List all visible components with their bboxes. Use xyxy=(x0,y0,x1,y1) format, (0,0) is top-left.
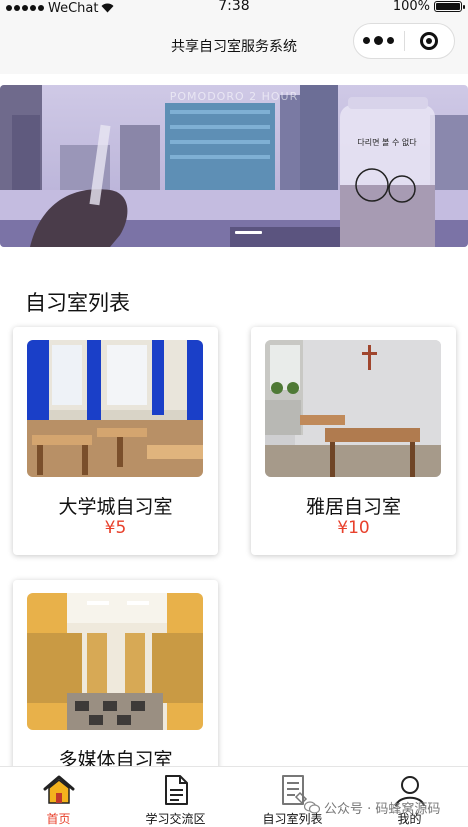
room-name: 雅居自习室 xyxy=(305,496,401,518)
room-card[interactable]: 大学城自习室 ¥5 xyxy=(13,327,218,555)
menu-capsule xyxy=(353,23,455,59)
section-title: 自习室列表 xyxy=(25,291,130,315)
svg-text:다리면 볼 수 없다: 다리면 볼 수 없다 xyxy=(357,137,417,147)
tab-label: 首页 xyxy=(46,812,71,826)
wechat-official-icon xyxy=(304,801,320,814)
battery-icon xyxy=(434,1,465,12)
room-photo xyxy=(27,593,203,730)
banner-image: 다리면 볼 수 없다 xyxy=(0,85,468,247)
tab-room-list[interactable]: 自习室列表 xyxy=(234,767,351,826)
battery-percent: 100% xyxy=(392,0,430,14)
banner-carousel[interactable]: 다리면 볼 수 없다 POMODORO 2 HOUR xyxy=(0,85,468,247)
home-icon xyxy=(43,775,75,804)
more-dots-icon[interactable] xyxy=(354,36,404,45)
room-price: ¥5 xyxy=(104,518,127,538)
target-close-icon[interactable] xyxy=(404,32,454,50)
room-price: ¥10 xyxy=(337,518,370,538)
watermark: 公众号 · 码蜂窝源码 xyxy=(304,798,440,817)
room-photo xyxy=(27,340,203,477)
tab-bar: 首页 学习交流区 自习室列表 我的 xyxy=(0,766,468,826)
status-right: 100% xyxy=(392,0,465,14)
room-name: 大学城自习室 xyxy=(58,496,173,518)
room-photo xyxy=(265,340,441,477)
room-card[interactable]: 多媒体自习室 xyxy=(13,580,218,780)
tab-study-exchange[interactable]: 学习交流区 xyxy=(117,767,234,826)
tab-home[interactable]: 首页 xyxy=(0,767,117,826)
tab-label: 学习交流区 xyxy=(145,812,206,826)
banner-indicator xyxy=(235,231,262,234)
status-bar: WeChat 7:38 100% xyxy=(0,0,468,16)
banner-caption: POMODORO 2 HOUR xyxy=(169,90,299,103)
document-icon xyxy=(165,775,188,805)
tab-mine[interactable]: 我的 xyxy=(351,767,468,826)
navigation-bar: 共享自习室服务系统 xyxy=(0,16,468,74)
room-card[interactable]: 雅居自习室 ¥10 xyxy=(251,327,456,555)
watermark-text: 公众号 · 码蜂窝源码 xyxy=(324,802,441,817)
